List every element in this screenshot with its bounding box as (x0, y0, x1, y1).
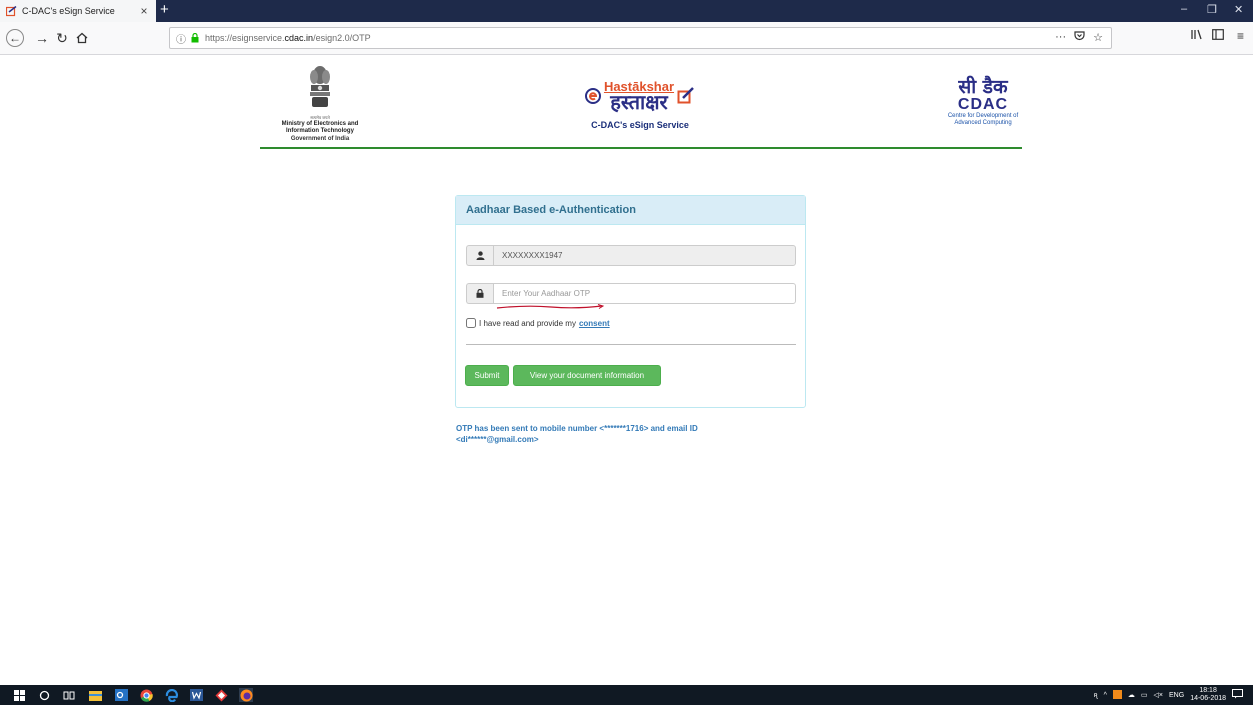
windows-start-icon[interactable] (12, 688, 26, 702)
cdac-hindi-wordmark: सी डैक (958, 76, 1008, 98)
aadhaar-number-field[interactable] (493, 245, 796, 266)
home-icon[interactable] (72, 28, 92, 48)
reload-icon[interactable]: ↻ (52, 28, 72, 48)
lock-icon (191, 33, 199, 43)
browser-tab-strip: C-DAC's eSign Service × + – ❐ ✕ (0, 0, 1253, 22)
consent-row: I have read and provide my consent (466, 318, 610, 328)
otp-message-line1: OTP has been sent to mobile number <****… (456, 424, 698, 433)
forward-arrow-icon[interactable]: → (32, 28, 52, 48)
otp-sent-message: OTP has been sent to mobile number <****… (456, 423, 786, 445)
firefox-icon[interactable] (239, 688, 253, 702)
submit-button[interactable]: Submit (465, 365, 509, 386)
red-underline-annotation (496, 304, 605, 309)
sign-checkbox-icon (677, 87, 694, 104)
browser-tab[interactable]: C-DAC's eSign Service × (0, 0, 156, 22)
tray-app-icon[interactable] (1112, 689, 1122, 701)
hastakshar-hindi: हस्ताक्षर (610, 90, 668, 114)
file-explorer-icon[interactable] (88, 688, 102, 702)
view-document-button[interactable]: View your document information (513, 365, 661, 386)
cdac-full-name-line1: Centre for Development of (947, 113, 1019, 119)
aadhaar-number-group (466, 245, 796, 266)
user-icon (466, 245, 493, 266)
maximize-button[interactable]: ❐ (1207, 3, 1217, 16)
otp-message-line2: <di******@gmail.com> (456, 435, 539, 444)
url-host: cdac.in (284, 33, 314, 43)
cdac-english-wordmark: CDAC (957, 96, 1009, 113)
national-emblem-icon (307, 65, 333, 113)
people-icon[interactable]: ꭆ (1094, 691, 1098, 700)
form-divider (466, 344, 796, 345)
windows-taskbar: ꭆ ^ ☁ ▭ ◁× ENG 18:18 14-06-2018 (0, 685, 1253, 705)
back-arrow-icon[interactable]: ← (6, 29, 24, 47)
volume-icon[interactable]: ◁× (1154, 691, 1163, 699)
hastakshar-logo: Hastākshar हस्ताक्षर C-DAC's eSign Servi… (560, 80, 720, 130)
network-icon[interactable]: ▭ (1141, 691, 1148, 699)
onedrive-icon[interactable]: ☁ (1128, 691, 1135, 699)
word-icon[interactable] (189, 688, 203, 702)
panel-title: Aadhaar Based e-Authentication (456, 196, 805, 225)
e-sign-e-icon (584, 88, 601, 104)
url-path: /esign2.0/OTP (313, 33, 371, 43)
ministry-name-line1: Ministry of Electronics and (281, 121, 359, 127)
cdac-full-name-line2: Advanced Computing (954, 120, 1012, 126)
address-bar[interactable]: ⓘ https://esignservice. cdac.in/esign2.0/… (169, 27, 1112, 49)
action-center-icon[interactable] (1232, 689, 1243, 701)
auth-panel: Aadhaar Based e-Authentication I have re… (455, 195, 806, 408)
meity-logo: सत्यमेव जयते Ministry of Electronics and… (260, 65, 380, 143)
otp-input[interactable] (493, 283, 796, 304)
page-actions-menu-icon[interactable]: ··· (1055, 31, 1066, 44)
chrome-icon[interactable] (139, 688, 153, 702)
edge-icon[interactable] (164, 688, 178, 702)
tab-close-icon[interactable]: × (138, 4, 150, 18)
hamburger-menu-icon[interactable]: ≡ (1237, 29, 1244, 43)
consent-label: I have read and provide my (479, 318, 576, 328)
chevron-up-icon[interactable]: ^ (1104, 692, 1107, 699)
clock[interactable]: 18:18 14-06-2018 (1190, 687, 1226, 703)
pocket-icon[interactable] (1074, 31, 1085, 44)
government-of-india-label: Government of India (290, 136, 350, 142)
tab-title: C-DAC's eSign Service (22, 6, 115, 16)
minimize-button[interactable]: – (1181, 3, 1187, 15)
clock-date: 14-06-2018 (1190, 695, 1226, 702)
app-diamond-icon[interactable] (214, 688, 228, 702)
library-icon[interactable] (1191, 29, 1203, 43)
url-scheme: https://esignservice. (205, 33, 285, 43)
window-close-button[interactable]: ✕ (1234, 3, 1243, 16)
otp-group (466, 283, 796, 304)
cdac-logo: सी डैक CDAC Centre for Development of Ad… (928, 77, 1038, 127)
consent-checkbox[interactable] (466, 318, 476, 328)
ministry-name-line2: Information Technology (286, 128, 354, 134)
bookmark-star-icon[interactable]: ☆ (1093, 31, 1103, 44)
lock-icon (466, 283, 493, 304)
browser-toolbar: ← → ↻ ⓘ https://esignservice. cdac.in/esi… (0, 22, 1253, 55)
outlook-icon[interactable] (114, 688, 128, 702)
new-tab-button[interactable]: + (160, 1, 169, 19)
sidebar-icon[interactable] (1212, 29, 1224, 43)
language-indicator[interactable]: ENG (1169, 692, 1184, 699)
service-name: C-DAC's eSign Service (591, 120, 689, 130)
consent-link[interactable]: consent (579, 319, 610, 328)
search-icon[interactable] (37, 688, 51, 702)
clock-time: 18:18 (1199, 687, 1217, 694)
page-header: सत्यमेव जयते Ministry of Electronics and… (260, 65, 1022, 149)
site-info-icon[interactable]: ⓘ (176, 31, 186, 46)
esign-favicon-icon (6, 5, 17, 17)
system-tray: ꭆ ^ ☁ ▭ ◁× ENG 18:18 14-06-2018 (1094, 685, 1243, 705)
task-view-icon[interactable] (62, 688, 76, 702)
